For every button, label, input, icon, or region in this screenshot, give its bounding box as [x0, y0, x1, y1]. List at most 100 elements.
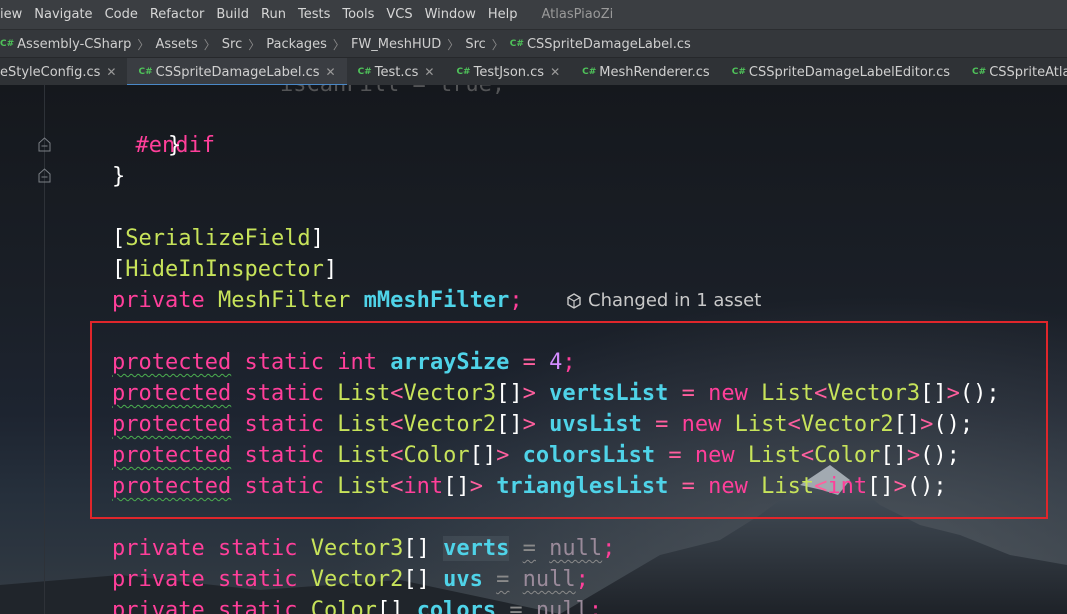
code-line: private static Color[] colors = null; — [112, 595, 602, 614]
menu-bar: iew Navigate Code Refactor Build Run Tes… — [0, 0, 1067, 29]
menu-tools[interactable]: Tools — [336, 7, 380, 22]
semicolon: ; — [588, 598, 603, 614]
close-icon[interactable]: ✕ — [106, 65, 116, 79]
keyword: null — [522, 567, 576, 592]
chevron-right-icon: 〉 — [248, 37, 261, 52]
unity-icon — [567, 292, 581, 309]
tab-label: CSSpriteDamageLabelEditor.cs — [748, 64, 951, 80]
csharp-file-icon: C# — [456, 67, 471, 77]
field-name: uvs — [443, 567, 483, 592]
tab-testjson[interactable]: C# TestJson.cs ✕ — [445, 58, 571, 86]
menu-run[interactable]: Run — [255, 7, 292, 22]
tab-cssspriteatlaschar[interactable]: C# CSSpriteAtlasChar.cs — [961, 58, 1067, 86]
semicolon: ; — [509, 288, 523, 313]
csharp-file-icon: C# — [357, 67, 372, 77]
keyword: private — [112, 567, 205, 592]
code-line: private static Vector2[] uvs = null; — [112, 564, 589, 595]
code-line: } — [168, 133, 182, 158]
keyword: private — [112, 598, 205, 614]
code-line: } — [112, 164, 126, 189]
tab-label: Test.cs — [374, 64, 419, 80]
field-name: verts — [443, 536, 510, 561]
breadcrumb-label: Assembly-CSharp — [17, 36, 132, 52]
type-name: MeshFilter — [217, 288, 351, 313]
field-name: colors — [416, 598, 497, 614]
chevron-right-icon: 〉 — [137, 37, 150, 52]
keyword: null — [535, 598, 589, 614]
code-line: [HideInInspector] — [112, 254, 337, 285]
tab-label: TestJson.cs — [473, 64, 545, 80]
code-line: private MeshFilter mMeshFilter; — [112, 285, 523, 316]
chevron-right-icon: 〉 — [447, 37, 460, 52]
code-line: isCanFill = true; — [280, 85, 505, 100]
field-name: mMeshFilter — [363, 288, 510, 313]
keyword: private — [112, 536, 205, 561]
type-name: Vector3 — [310, 536, 404, 561]
tab-meshrenderer[interactable]: C# MeshRenderer.cs — [571, 58, 721, 86]
close-icon[interactable]: ✕ — [550, 65, 560, 79]
csharp-file-icon: C# — [972, 67, 987, 77]
menu-navigate[interactable]: Navigate — [28, 7, 98, 22]
csharp-file-icon: C# — [582, 67, 597, 77]
operator: = — [522, 536, 536, 561]
operator: = — [496, 567, 510, 592]
project-title: AtlasPiaoZi — [541, 7, 614, 22]
breadcrumb-label: CSSpriteDamageLabel.cs — [526, 36, 691, 52]
tab-test[interactable]: C# Test.cs ✕ — [347, 58, 446, 86]
keyword: private — [112, 288, 205, 313]
breadcrumb-item[interactable]: C# CSSpriteDamageLabel.cs — [510, 37, 691, 52]
tab-label: CSSpriteAtlasChar.cs — [989, 64, 1067, 80]
breadcrumb-item[interactable]: C# Assembly-CSharp — [0, 37, 131, 52]
close-icon[interactable]: ✕ — [326, 65, 336, 79]
csharp-file-icon: C# — [731, 67, 746, 77]
menu-tests[interactable]: Tests — [292, 7, 336, 22]
bracket: [] — [376, 598, 404, 614]
unity-usage-hint[interactable]: Changed in 1 asset — [566, 290, 761, 311]
breadcrumb: C# Assembly-CSharp 〉 Assets 〉 Src 〉 Packa… — [0, 29, 1067, 58]
operator: = — [509, 598, 523, 614]
breadcrumb-item[interactable]: Assets — [155, 37, 197, 52]
semicolon: ; — [602, 536, 616, 561]
breadcrumb-item[interactable]: FW_MeshHUD — [351, 37, 441, 52]
menu-help[interactable]: Help — [482, 7, 524, 22]
breadcrumb-item[interactable]: Src — [465, 37, 485, 52]
tab-label: CSSpriteDamageLabel.cs — [155, 64, 320, 80]
bracket: [] — [403, 567, 430, 592]
chevron-right-icon: 〉 — [203, 37, 216, 52]
tab-label: MeshRenderer.cs — [599, 64, 710, 80]
chevron-right-icon: 〉 — [332, 37, 345, 52]
bracket: [] — [403, 536, 430, 561]
hint-label: Changed in 1 asset — [588, 290, 762, 311]
breadcrumb-item[interactable]: Packages — [266, 37, 327, 52]
csharp-file-icon: C# — [0, 39, 15, 49]
bracket: ] — [310, 226, 324, 251]
highlight-box — [90, 321, 1048, 519]
keyword: static — [217, 536, 298, 561]
menu-refactor[interactable]: Refactor — [144, 7, 211, 22]
keyword: static — [217, 598, 298, 614]
code-editor[interactable]: isCanFill = true; #endif } } [SerializeF… — [0, 85, 1067, 614]
chevron-right-icon: 〉 — [491, 37, 504, 52]
code-line: #endif — [56, 99, 214, 158]
menu-window[interactable]: Window — [419, 7, 482, 22]
csharp-file-icon: C# — [509, 39, 524, 49]
attribute: SerializeField — [125, 226, 311, 251]
semicolon: ; — [575, 567, 589, 592]
breadcrumb-item[interactable]: Src — [222, 37, 242, 52]
tab-csspritedamagelabel[interactable]: C# CSSpriteDamageLabel.cs ✕ — [127, 58, 347, 86]
menu-vcs[interactable]: VCS — [380, 7, 418, 22]
tab-csspritedamagelabeleditor[interactable]: C# CSSpriteDamageLabelEditor.cs — [721, 58, 961, 86]
tab-estyleconfig[interactable]: eStyleConfig.cs ✕ — [0, 58, 127, 86]
menu-view[interactable]: iew — [0, 7, 28, 22]
menu-build[interactable]: Build — [210, 7, 255, 22]
keyword: null — [549, 536, 603, 561]
type-name: Color — [310, 598, 377, 614]
code-line: private static Vector3[] verts = null; — [112, 533, 615, 564]
bracket: ] — [323, 257, 338, 282]
csharp-file-icon: C# — [138, 67, 153, 77]
close-icon[interactable]: ✕ — [424, 65, 434, 79]
menu-code[interactable]: Code — [99, 7, 144, 22]
code-line: [SerializeField] — [112, 223, 324, 254]
type-name: Vector2 — [310, 567, 404, 592]
bracket: [ — [112, 226, 126, 251]
